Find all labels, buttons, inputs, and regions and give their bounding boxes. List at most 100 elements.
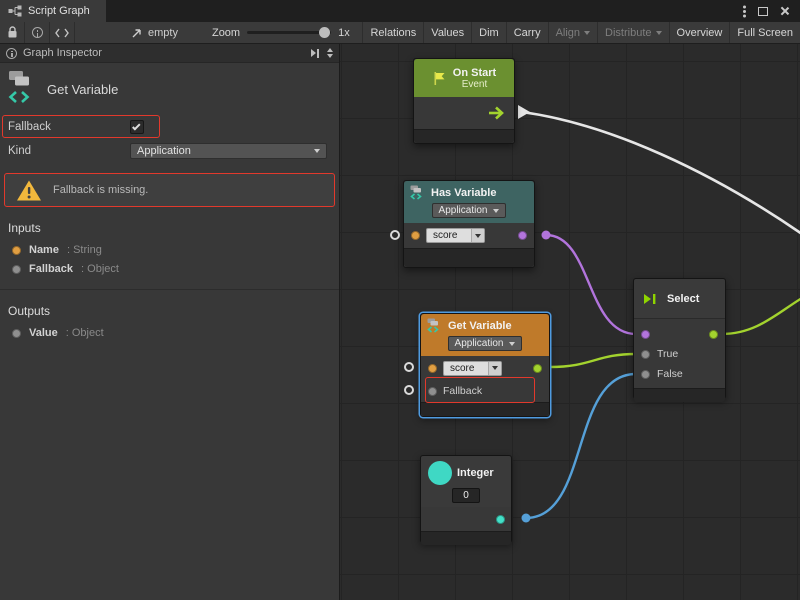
- wire-flow[interactable]: [522, 112, 800, 234]
- checkmark-icon: [132, 122, 140, 130]
- stack-breadcrumb[interactable]: empty: [131, 27, 178, 39]
- overview-button[interactable]: Overview: [669, 22, 730, 43]
- variable-name-dropdown[interactable]: score: [443, 361, 502, 376]
- flow-arrow-knob[interactable]: [518, 105, 530, 119]
- script-graph-window: Script Graph empty: [0, 0, 800, 600]
- condition-input-port[interactable]: [641, 330, 650, 339]
- empty-port-circle[interactable]: [390, 230, 400, 240]
- blue-knob[interactable]: [522, 514, 531, 523]
- zoom-slider[interactable]: [247, 31, 331, 34]
- dropdown-arrow: [471, 229, 484, 242]
- inspect-button[interactable]: [25, 22, 50, 43]
- dropdown-caret-icon: [314, 149, 320, 153]
- bool-output-port[interactable]: [518, 231, 527, 240]
- int-output-port[interactable]: [496, 515, 505, 524]
- on-start-body: [414, 97, 514, 129]
- wire-true-value[interactable]: [550, 354, 636, 367]
- node-title: Integer: [457, 467, 494, 479]
- dim-button[interactable]: Dim: [471, 22, 506, 43]
- zoom-slider-handle[interactable]: [319, 27, 330, 38]
- has-variable-body: score: [404, 223, 534, 248]
- name-input-port[interactable]: [428, 364, 437, 373]
- lock-icon: [7, 26, 18, 39]
- code-view-button[interactable]: [50, 22, 75, 43]
- close-icon[interactable]: [780, 6, 790, 16]
- kind-dropdown[interactable]: Application: [448, 336, 523, 351]
- get-variable-fallback-row: Fallback: [421, 380, 549, 402]
- scroll-arrows-icon[interactable]: [327, 48, 333, 58]
- kind-dropdown-value: Application: [137, 145, 191, 157]
- integer-value-input[interactable]: 0: [452, 488, 480, 503]
- graph-inspector-panel: Graph Inspector Get Variable Fallback: [0, 44, 340, 600]
- true-input-port[interactable]: [641, 350, 650, 359]
- inspected-node-title: Get Variable: [47, 82, 118, 97]
- node-subtitle: Event: [453, 79, 496, 90]
- script-graph-icon: [8, 5, 22, 17]
- stack-label: empty: [148, 27, 178, 39]
- node-footer: [634, 388, 725, 402]
- maximize-icon[interactable]: [758, 7, 768, 16]
- titlebar: Script Graph: [0, 0, 800, 22]
- fallback-port-label: Fallback: [443, 385, 482, 397]
- fallback-input-port[interactable]: [428, 387, 437, 396]
- empty-port-circle[interactable]: [404, 385, 414, 395]
- fullscreen-button[interactable]: Full Screen: [729, 22, 800, 43]
- node-title: On Start: [453, 67, 496, 79]
- relations-button[interactable]: Relations: [362, 22, 423, 43]
- dropdown-caret-icon: [656, 31, 662, 35]
- node-title: Has Variable: [431, 187, 496, 199]
- node-footer: [414, 129, 514, 143]
- name-input-port[interactable]: [411, 231, 420, 240]
- kind-dropdown[interactable]: Application: [130, 143, 327, 159]
- dropdown-arrow: [488, 362, 501, 375]
- node-has-variable[interactable]: Has Variable Application score: [403, 180, 535, 268]
- node-integer[interactable]: Integer 0: [420, 455, 512, 543]
- script-graph-tab[interactable]: Script Graph: [0, 0, 106, 22]
- toolbar-buttons: Relations Values Dim Carry Align Distrib…: [362, 22, 800, 43]
- node-title: Get Variable: [448, 320, 512, 332]
- inputs-section-title: Inputs: [0, 207, 339, 241]
- kind-field-row: Kind Application: [0, 139, 339, 163]
- integer-header: Integer 0: [421, 456, 511, 507]
- selection-output-port[interactable]: [709, 330, 718, 339]
- on-start-header: On Start Event: [414, 59, 514, 97]
- dock-icon[interactable]: [311, 49, 319, 58]
- wires-layer: [340, 44, 800, 600]
- node-select[interactable]: Select True False: [633, 278, 726, 399]
- output-port-row: Value : Object: [0, 324, 339, 343]
- wire-condition[interactable]: [546, 235, 636, 334]
- code-icon: [55, 28, 69, 38]
- window-title: Script Graph: [28, 5, 90, 17]
- false-input-port[interactable]: [641, 370, 650, 379]
- graph-toolbar: empty Zoom 1x Relations Values Dim Carry…: [0, 22, 800, 44]
- node-get-variable[interactable]: Get Variable Application score: [420, 313, 550, 417]
- flow-output-port[interactable]: [488, 106, 508, 120]
- fallback-field-row: Fallback: [0, 115, 339, 139]
- inspector-header: Graph Inspector: [0, 44, 339, 63]
- string-port-icon: [12, 246, 21, 255]
- inspected-node-header: Get Variable: [0, 63, 339, 115]
- wire-select-output[interactable]: [722, 298, 800, 334]
- pointer-arrow-icon: [131, 27, 143, 39]
- node-on-start[interactable]: On Start Event: [413, 58, 515, 144]
- carry-button[interactable]: Carry: [506, 22, 548, 43]
- values-button[interactable]: Values: [423, 22, 471, 43]
- graph-canvas[interactable]: On Start Event: [340, 44, 800, 600]
- get-variable-name-row: score: [421, 356, 549, 380]
- lock-button[interactable]: [0, 22, 25, 43]
- inspector-title: Graph Inspector: [23, 47, 102, 59]
- align-button[interactable]: Align: [548, 22, 597, 43]
- fallback-checkbox[interactable]: [130, 120, 144, 134]
- distribute-button[interactable]: Distribute: [597, 22, 668, 43]
- zoom-control: Zoom 1x: [212, 27, 350, 39]
- empty-port-circle[interactable]: [404, 362, 414, 372]
- variables-icon: [410, 185, 426, 200]
- select-header: Select: [634, 279, 725, 319]
- menu-kebab-icon[interactable]: [743, 10, 746, 13]
- purple-knob[interactable]: [542, 231, 551, 240]
- kind-dropdown[interactable]: Application: [432, 203, 507, 218]
- value-output-port[interactable]: [533, 364, 542, 373]
- object-port-icon: [12, 329, 21, 338]
- info-icon: [32, 27, 43, 38]
- variable-name-dropdown[interactable]: score: [426, 228, 485, 243]
